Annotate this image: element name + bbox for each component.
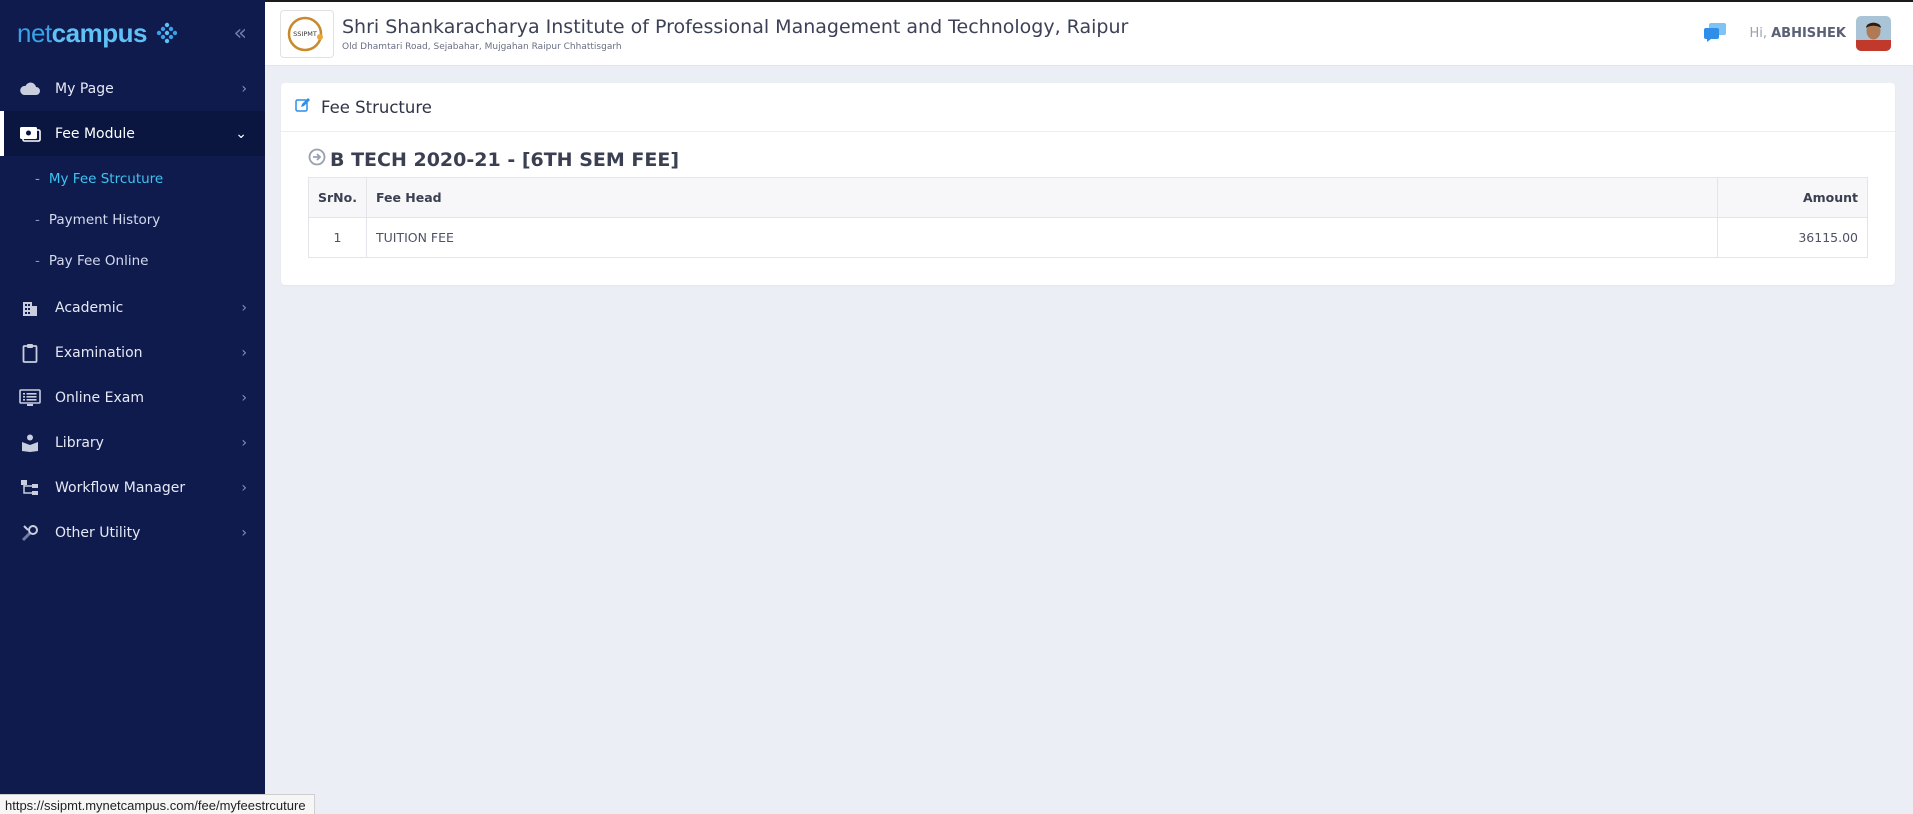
sidebar-item-workflow-manager[interactable]: Workflow Manager › [0,465,265,510]
submenu-dash: - [35,170,40,187]
cell-srno: 1 [308,217,367,258]
sidebar-item-label: Fee Module [55,125,135,142]
cloud-icon [18,79,42,99]
user-greeting: Hi, ABHISHEK [1749,26,1846,41]
fee-structure-card: Fee Structure B TECH 2020-21 - [6TH SEM … [281,83,1895,285]
submenu-dash: - [35,252,40,269]
sidebar-item-academic[interactable]: Academic › [0,285,265,330]
institute-logo: SSIPMT [280,9,334,58]
column-header-srno: SrNo. [308,177,367,218]
avatar[interactable] [1856,16,1891,51]
sidebar-item-library[interactable]: Library › [0,420,265,465]
sidebar-item-other-utility[interactable]: Other Utility › [0,510,265,555]
cell-amount: 36115.00 [1717,217,1868,258]
submenu-item-label: Payment History [48,211,161,228]
tools-icon [18,523,42,543]
logo-chevrons-icon [156,22,177,44]
book-reader-icon [18,433,42,453]
chevron-right-icon: › [241,434,247,451]
chevron-right-icon: › [241,344,247,361]
clipboard-icon [18,343,42,363]
logo-text-campus: campus [51,17,148,48]
sidebar-item-online-exam[interactable]: Online Exam › [0,375,265,420]
submenu-item-label: My Fee Strcuture [48,170,164,187]
card-header: Fee Structure [281,83,1895,132]
submenu-item-pay-fee-online[interactable]: - Pay Fee Online [0,240,265,281]
institute-info: Shri Shankaracharya Institute of Profess… [342,16,1128,52]
collapse-sidebar-icon[interactable]: « [234,21,247,46]
submenu-item-payment-history[interactable]: - Payment History [0,199,265,240]
submenu-item-label: Pay Fee Online [48,252,149,269]
sidebar-item-label: Workflow Manager [55,479,186,496]
chat-icon[interactable] [1703,22,1727,46]
sidebar-item-label: Library [55,434,104,451]
brand-bar: net campus « [0,0,265,66]
sidebar-item-label: Other Utility [55,524,141,541]
status-bar-url: https://ssipmt.mynetcampus.com/fee/myfee… [0,794,315,814]
sidebar-item-label: Online Exam [55,389,144,406]
page-title: Fee Structure [321,97,432,117]
table-row: 1 TUITION FEE 36115.00 [308,217,1868,258]
monitor-list-icon [18,388,42,408]
fee-table: SrNo. Fee Head Amount 1 TUITION FEE 3611… [308,177,1868,258]
fee-module-submenu: - My Fee Strcuture - Payment History - P… [0,156,265,285]
chevron-right-icon: › [241,80,247,97]
chevron-right-icon: › [241,524,247,541]
column-header-fee-head: Fee Head [365,177,1719,218]
sidebar-item-examination[interactable]: Examination › [0,330,265,375]
submenu-item-my-fee-structure[interactable]: - My Fee Strcuture [0,158,265,199]
edit-icon [295,97,311,117]
chevron-right-icon: › [241,479,247,496]
header-user-area: Hi, ABHISHEK [1703,16,1913,51]
svg-text:SSIPMT: SSIPMT [293,30,317,38]
logo-text-net: net [17,17,52,48]
sidebar-menu: My Page › Fee Module ⌄ - My Fee Strcutur… [0,66,265,555]
chevron-down-icon: ⌄ [235,125,247,142]
submenu-dash: - [35,211,40,228]
column-header-amount: Amount [1717,177,1868,218]
sidebar-item-label: Examination [55,344,143,361]
top-header: SSIPMT Shri Shankaracharya Institute of … [265,0,1913,66]
cell-fee-head: TUITION FEE [365,217,1719,258]
table-header-row: SrNo. Fee Head Amount [308,177,1868,218]
money-icon [18,124,42,144]
section-title: B TECH 2020-21 - [6TH SEM FEE] [308,148,1895,171]
workflow-icon [18,478,42,498]
arrow-circle-right-icon [308,148,326,171]
section-title-text: B TECH 2020-21 - [6TH SEM FEE] [330,148,680,171]
sidebar-item-fee-module[interactable]: Fee Module ⌄ [0,111,265,156]
chevron-right-icon: › [241,389,247,406]
sidebar: net campus « My Page › Fee Module ⌄ - My… [0,0,265,814]
netcampus-logo[interactable]: net campus [17,18,177,49]
building-icon [18,298,42,318]
chevron-right-icon: › [241,299,247,316]
user-name: ABHISHEK [1771,26,1846,41]
institute-address: Old Dhamtari Road, Sejabahar, Mujgahan R… [342,41,622,52]
institute-name: Shri Shankaracharya Institute of Profess… [342,15,1129,38]
sidebar-item-label: Academic [55,299,124,316]
sidebar-item-my-page[interactable]: My Page › [0,66,265,111]
sidebar-item-label: My Page [55,80,114,97]
